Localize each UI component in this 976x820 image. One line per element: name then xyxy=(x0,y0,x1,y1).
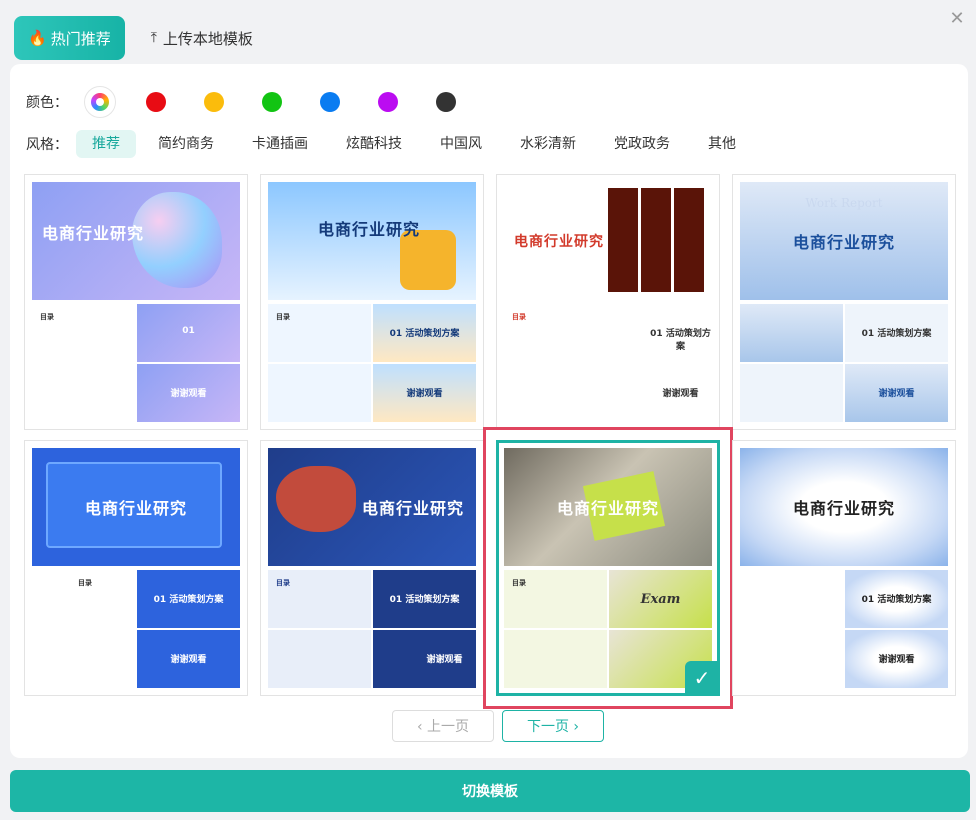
upload-icon: ⤒ xyxy=(150,30,157,46)
template-title: 电商行业研究 xyxy=(361,499,464,518)
slide-thumb xyxy=(32,364,135,422)
fire-icon: 🔥 xyxy=(28,29,47,47)
tab-upload-label: 上传本地模板 xyxy=(162,29,253,48)
slide-thumb: 01 活动策划方案 xyxy=(137,570,240,628)
template-cover: Work Report 电商行业研究 xyxy=(740,182,948,300)
style-watercolor[interactable]: 水彩清新 xyxy=(504,130,592,158)
template-title: 电商行业研究 xyxy=(792,499,895,518)
style-label: 风格： xyxy=(26,137,68,153)
switch-template-button[interactable]: 切换模板 xyxy=(10,770,970,812)
color-swatch-red[interactable] xyxy=(146,92,166,112)
template-cover: 电商行业研究 xyxy=(32,448,240,566)
style-simple-business[interactable]: 简约商务 xyxy=(142,130,230,158)
pagination: ‹ 上一页 下一页 › xyxy=(392,710,604,742)
slide-thumb xyxy=(740,630,843,688)
template-card[interactable]: 电商行业研究 目录 01 谢谢观看 xyxy=(24,174,248,430)
color-label: 颜色： xyxy=(26,95,68,111)
slide-thumb xyxy=(504,630,607,688)
slide-thumb: 01 活动策划方案 xyxy=(373,570,476,628)
tab-hot-label: 热门推荐 xyxy=(50,29,111,48)
template-card[interactable]: 电商行业研究 目录 01 活动策划方案 谢谢观看 xyxy=(260,440,484,696)
slide-thumb: 谢谢观看 xyxy=(373,630,476,688)
style-cartoon[interactable]: 卡通插画 xyxy=(236,130,324,158)
slide-thumb: 01 活动策划方案 xyxy=(845,304,948,362)
template-cover: 电商行业研究 xyxy=(32,182,240,300)
template-title: 电商行业研究 xyxy=(556,499,659,518)
style-tech[interactable]: 炫酷科技 xyxy=(330,130,418,158)
template-card-selected[interactable]: 电商行业研究 目录 Exam ✓ xyxy=(483,427,733,709)
tab-upload-local[interactable]: ⤒ 上传本地模板 xyxy=(137,16,267,60)
template-panel: 颜色： 风格： 推荐 简约商务 卡通插画 炫酷科技 中国风 水彩清新 党政政务 … xyxy=(10,64,968,758)
slide-thumb xyxy=(32,630,135,688)
template-title: 电商行业研究 xyxy=(84,499,187,518)
slide-thumb: Exam xyxy=(609,570,712,628)
template-card[interactable]: 电商行业研究 目录 01 活动策划方案 谢谢观看 xyxy=(496,174,720,430)
style-chinese[interactable]: 中国风 xyxy=(424,130,498,158)
style-recommend[interactable]: 推荐 xyxy=(76,130,136,158)
color-filter: 颜色： xyxy=(26,86,494,118)
template-title: 电商行业研究 xyxy=(42,224,145,243)
template-overline: Work Report xyxy=(805,196,883,210)
rainbow-icon xyxy=(91,93,109,111)
color-swatch-yellow[interactable] xyxy=(204,92,224,112)
slide-thumb: 01 活动策划方案 xyxy=(609,304,712,362)
slide-thumb: 目录 xyxy=(32,570,135,628)
slide-thumb xyxy=(268,364,371,422)
template-source-tabs: 🔥 热门推荐 ⤒ 上传本地模板 xyxy=(14,16,267,62)
slide-thumb: 谢谢观看 xyxy=(137,630,240,688)
color-swatch-green[interactable] xyxy=(262,92,282,112)
template-cover: 电商行业研究 xyxy=(268,448,476,566)
template-cover: 电商行业研究 xyxy=(504,182,712,300)
slide-thumb xyxy=(504,364,607,422)
color-swatch-black[interactable] xyxy=(436,92,456,112)
slide-thumb xyxy=(740,364,843,422)
slide-thumb: 01 活动策划方案 xyxy=(845,570,948,628)
template-cover: 电商行业研究 xyxy=(504,448,712,566)
slide-thumb xyxy=(740,304,843,362)
style-government[interactable]: 党政政务 xyxy=(598,130,686,158)
color-swatch-all[interactable] xyxy=(84,86,116,118)
color-swatch-blue[interactable] xyxy=(320,92,340,112)
next-page-button[interactable]: 下一页 › xyxy=(502,710,604,742)
slide-thumb: 目录 xyxy=(504,304,607,362)
close-icon[interactable]: ✕ xyxy=(946,8,968,30)
template-card[interactable]: 电商行业研究 01 活动策划方案 谢谢观看 xyxy=(732,440,956,696)
color-swatch-purple[interactable] xyxy=(378,92,398,112)
slide-thumb: 目录 xyxy=(268,304,371,362)
template-title: 电商行业研究 xyxy=(514,234,604,250)
style-other[interactable]: 其他 xyxy=(692,130,752,158)
template-title: 电商行业研究 xyxy=(318,220,421,239)
tab-hot-recommend[interactable]: 🔥 热门推荐 xyxy=(14,16,125,60)
slide-thumb: 谢谢观看 xyxy=(845,630,948,688)
slide-thumb: 谢谢观看 xyxy=(845,364,948,422)
slide-thumb: 目录 xyxy=(504,570,607,628)
template-grid: 电商行业研究 目录 01 谢谢观看 电商行业研究 目录 01 活动策划方案 谢谢… xyxy=(24,174,956,709)
template-cover: 电商行业研究 xyxy=(740,448,948,566)
template-card[interactable]: 电商行业研究 目录 01 活动策划方案 谢谢观看 xyxy=(260,174,484,430)
template-card[interactable]: Work Report 电商行业研究 01 活动策划方案 谢谢观看 xyxy=(732,174,956,430)
template-cover: 电商行业研究 xyxy=(268,182,476,300)
slide-thumb xyxy=(740,570,843,628)
check-icon: ✓ xyxy=(685,661,719,695)
slide-thumb: 谢谢观看 xyxy=(137,364,240,422)
prev-page-button[interactable]: ‹ 上一页 xyxy=(392,710,494,742)
style-filter: 风格： 推荐 简约商务 卡通插画 炫酷科技 中国风 水彩清新 党政政务 其他 xyxy=(26,130,758,158)
slide-thumb: 01 xyxy=(137,304,240,362)
slide-thumb: 01 活动策划方案 xyxy=(373,304,476,362)
slide-thumb: 目录 xyxy=(268,570,371,628)
template-card[interactable]: 电商行业研究 目录 01 活动策划方案 谢谢观看 xyxy=(24,440,248,696)
template-title: 电商行业研究 xyxy=(792,233,895,252)
slide-thumb xyxy=(268,630,371,688)
slide-thumb: 谢谢观看 xyxy=(609,364,712,422)
slide-thumb: 目录 xyxy=(32,304,135,362)
slide-thumb: 谢谢观看 xyxy=(373,364,476,422)
